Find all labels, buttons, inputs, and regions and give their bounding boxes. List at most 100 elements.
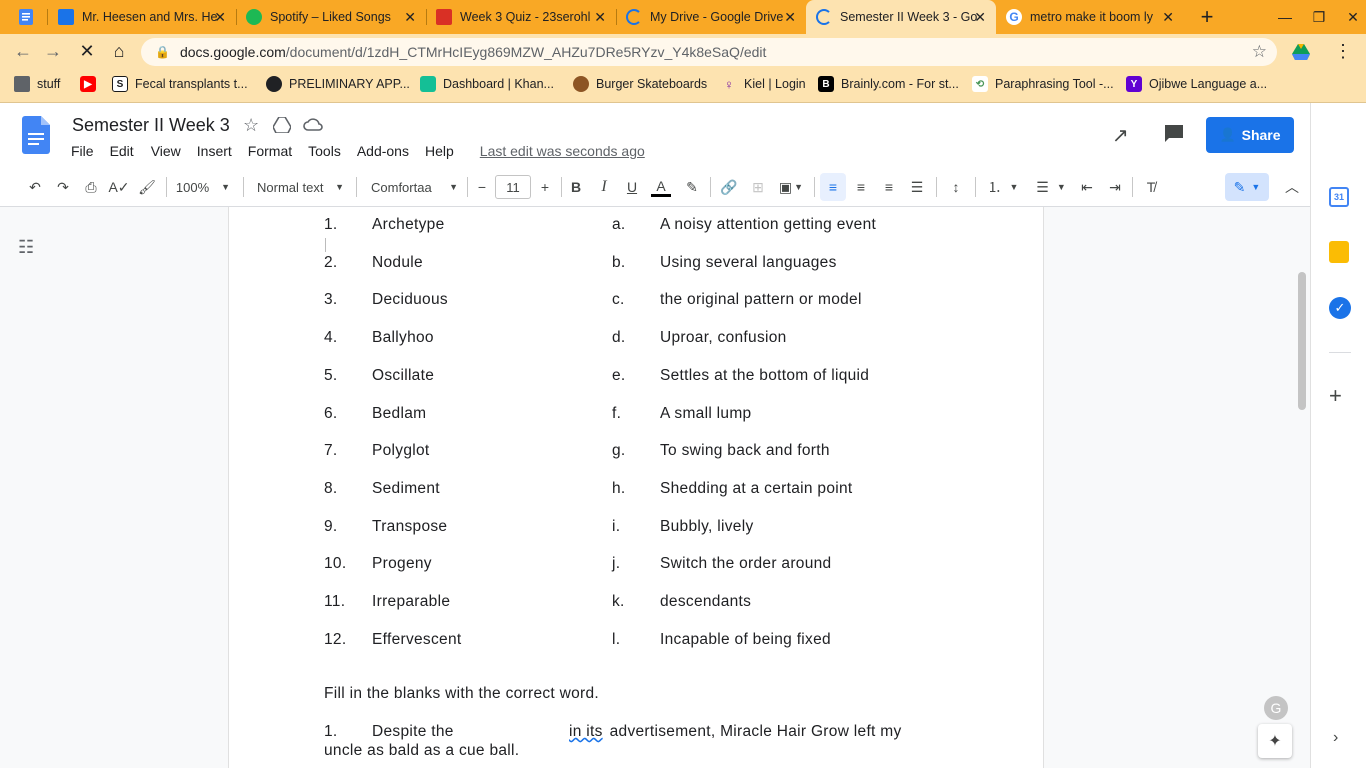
link-icon[interactable]: 🔗 — [716, 173, 742, 201]
home-icon[interactable]: ⌂ — [104, 34, 134, 69]
grammarly-icon[interactable]: G — [1264, 696, 1288, 720]
bookmark-3[interactable]: PRELIMINARY APP... — [266, 69, 410, 99]
menu-tools[interactable]: Tools — [300, 143, 349, 159]
item-letter: d. — [612, 329, 626, 346]
menu-view[interactable]: View — [143, 143, 189, 159]
font-size-input[interactable]: 11 — [495, 175, 531, 199]
restore-icon[interactable]: ❐ — [1302, 0, 1336, 34]
yahoo-icon: Y — [1126, 76, 1142, 92]
calendar-icon[interactable]: 31 — [1329, 187, 1349, 207]
close-icon[interactable]: ✕ — [1162, 9, 1174, 26]
activity-trend-icon[interactable]: ↗ — [1112, 123, 1129, 148]
font-size-decrease-icon[interactable]: − — [472, 173, 492, 201]
paint-format-icon[interactable]: 🖌 — [134, 173, 160, 201]
print-icon[interactable]: ⎙ — [78, 173, 104, 201]
back-icon[interactable]: ← — [8, 34, 38, 69]
url-path: /document/d/1zdH_CTMrHcIEyg869MZW_AHZu7D… — [285, 44, 767, 60]
bookmark-0[interactable]: stuff — [14, 69, 60, 99]
align-center-icon[interactable]: ≡ — [848, 173, 874, 201]
decrease-indent-icon[interactable]: ⇤ — [1074, 173, 1100, 201]
font-size-increase-icon[interactable]: + — [535, 173, 555, 201]
collapse-toolbar-icon[interactable]: ︿ — [1280, 173, 1304, 201]
tab-5[interactable]: G metro make it boom ly ✕ — [996, 0, 1184, 34]
zoom-select[interactable]: 100% ▼ — [172, 173, 234, 201]
menu-insert[interactable]: Insert — [189, 143, 240, 159]
bulleted-list-icon[interactable]: ☰ ▼ — [1030, 173, 1072, 201]
editing-mode-icon[interactable]: ✎ ▼ — [1225, 173, 1269, 201]
underline-icon[interactable]: U — [620, 173, 644, 201]
bookmark-label: Kiel | Login — [744, 77, 806, 91]
star-icon[interactable]: ☆ — [243, 115, 259, 136]
bold-icon[interactable]: B — [564, 173, 588, 201]
stop-loading-icon[interactable]: ✕ — [72, 34, 102, 69]
close-window-icon[interactable]: ✕ — [1336, 0, 1366, 34]
bookmark-2[interactable]: S Fecal transplants t... — [112, 69, 248, 99]
add-comment-icon[interactable]: ⊞ — [746, 173, 770, 201]
redo-icon[interactable]: ↷ — [50, 173, 76, 201]
close-icon[interactable]: ✕ — [974, 9, 986, 26]
bookmark-7[interactable]: B Brainly.com - For st... — [818, 69, 959, 99]
doc-title[interactable]: Semester II Week 3 — [72, 115, 230, 136]
star-icon[interactable]: ☆ — [1252, 42, 1267, 62]
menu-format[interactable]: Format — [240, 143, 300, 159]
style-select[interactable]: Normal text ▼ — [250, 173, 350, 201]
tab-title: My Drive - Google Drive — [650, 10, 784, 24]
undo-icon[interactable]: ↶ — [22, 173, 48, 201]
drive-extension-icon[interactable] — [1286, 34, 1316, 69]
clear-formatting-icon[interactable]: T̸ — [1138, 173, 1164, 201]
close-icon[interactable]: ✕ — [404, 9, 416, 26]
highlight-icon[interactable]: ✎ — [680, 173, 704, 201]
italic-icon[interactable]: I — [592, 173, 616, 201]
docs-logo-icon[interactable] — [22, 116, 50, 159]
tasks-icon[interactable]: ✓ — [1329, 297, 1351, 319]
font-select[interactable]: Comfortaa ▼ — [364, 173, 464, 201]
close-icon[interactable]: ✕ — [594, 9, 606, 26]
comments-icon[interactable] — [1163, 123, 1185, 148]
align-right-icon[interactable]: ≡ — [876, 173, 902, 201]
tab-title: metro make it boom ly — [1030, 10, 1153, 24]
bookmark-4[interactable]: Dashboard | Khan... — [420, 69, 554, 99]
outline-icon[interactable]: ☷ — [18, 237, 34, 258]
tab-4-active[interactable]: Semester II Week 3 - Go ✕ — [806, 0, 996, 34]
line-spacing-icon[interactable]: ↕ — [942, 173, 970, 201]
menu-file[interactable]: File — [62, 143, 103, 159]
keep-icon[interactable] — [1329, 241, 1349, 263]
cloud-status-icon[interactable] — [303, 116, 323, 137]
insert-image-icon[interactable]: ▣ ▼ — [774, 173, 808, 201]
align-justify-icon[interactable]: ☰ — [904, 173, 930, 201]
move-to-drive-icon[interactable] — [272, 116, 292, 138]
add-addon-plus-icon[interactable]: + — [1329, 383, 1342, 409]
share-button[interactable]: 👤 Share — [1206, 117, 1294, 153]
bookmark-8[interactable]: ⟲ Paraphrasing Tool -... — [972, 69, 1114, 99]
spellcheck-icon[interactable]: A✓ — [106, 173, 132, 201]
document-page[interactable]: 1. Archetype a. A noisy attention getting e… — [228, 207, 1044, 768]
docs-app-icon[interactable] — [8, 0, 44, 34]
tab-2[interactable]: Week 3 Quiz - 23serohl ✕ — [426, 0, 616, 34]
numbered-list-icon[interactable]: ⒈ ▼ — [982, 173, 1024, 201]
tab-0[interactable]: Mr. Heesen and Mrs. He ✕ — [48, 0, 236, 34]
bookmark-5[interactable]: Burger Skateboards — [573, 69, 707, 99]
close-icon[interactable]: ✕ — [784, 9, 796, 26]
explore-icon[interactable]: ✦ — [1258, 724, 1292, 758]
new-tab-plus-icon[interactable]: + — [1190, 0, 1224, 34]
minimize-icon[interactable]: — — [1268, 0, 1302, 34]
text-color-icon[interactable]: A — [648, 173, 674, 201]
menu-help[interactable]: Help — [417, 143, 462, 159]
tab-3[interactable]: My Drive - Google Drive ✕ — [616, 0, 806, 34]
bookmark-9[interactable]: Y Ojibwe Language a... — [1126, 69, 1267, 99]
tab-1[interactable]: Spotify – Liked Songs ✕ — [236, 0, 426, 34]
kebab-menu-icon[interactable]: ⋮ — [1328, 34, 1358, 69]
bookmark-6[interactable]: ♀ Kiel | Login — [721, 69, 806, 99]
close-icon[interactable]: ✕ — [214, 9, 226, 26]
menu-addons[interactable]: Add-ons — [349, 143, 417, 159]
scrollbar-thumb[interactable] — [1298, 272, 1306, 410]
forward-icon[interactable]: → — [38, 34, 68, 69]
bookmark-1[interactable]: ▶ — [80, 69, 103, 99]
last-edit-link[interactable]: Last edit was seconds ago — [472, 143, 653, 159]
chevron-right-icon[interactable]: › — [1333, 729, 1338, 747]
align-left-icon[interactable]: ≡ — [820, 173, 846, 201]
menu-edit[interactable]: Edit — [103, 143, 143, 159]
omnibox[interactable]: 🔒 docs.google.com /document/d/1zdH_CTMrH… — [141, 38, 1277, 66]
increase-indent-icon[interactable]: ⇥ — [1102, 173, 1128, 201]
tab-strip: Mr. Heesen and Mrs. He ✕ Spotify – Liked… — [0, 0, 1366, 34]
